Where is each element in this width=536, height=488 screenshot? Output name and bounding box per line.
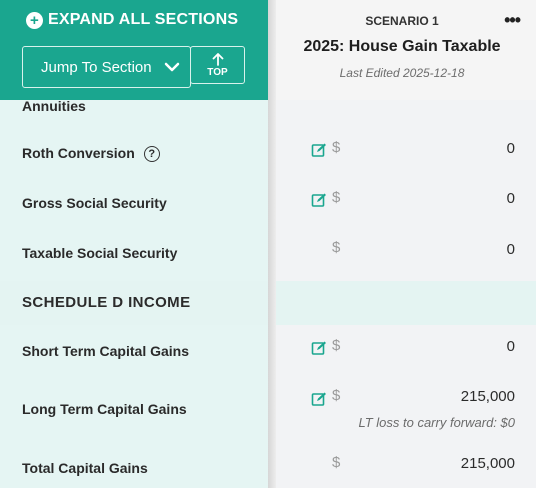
gross-social-security-value: 0 (506, 190, 515, 207)
edit-icon[interactable] (311, 192, 327, 208)
currency-symbol: $ (332, 337, 341, 354)
expand-all-sections-button[interactable]: + EXPAND ALL SECTIONS (26, 11, 238, 29)
currency-symbol: $ (332, 239, 341, 256)
currency-symbol: $ (332, 387, 341, 404)
currency-symbol: $ (332, 189, 341, 206)
row-label-total-capital-gains: Total Capital Gains (22, 460, 148, 476)
more-horizontal-icon[interactable]: ••• (504, 10, 521, 31)
last-edited: Last Edited 2025-12-18 (339, 66, 465, 80)
currency-symbol: $ (332, 139, 341, 156)
scenario-title: 2025: House Gain Taxable (303, 38, 501, 55)
plus-circle-icon: + (26, 11, 43, 29)
short-term-capital-gains-value: 0 (506, 338, 515, 355)
row-label-roth-conversion: Roth Conversion? (22, 145, 160, 162)
row-label-long-term-capital-gains: Long Term Capital Gains (22, 401, 187, 417)
column-divider (268, 0, 276, 488)
jump-to-section-value: Jump To Section (41, 58, 152, 76)
scenario-label: SCENARIO 1 (365, 14, 439, 28)
row-label-gross-social-security: Gross Social Security (22, 195, 167, 211)
edit-icon[interactable] (311, 391, 327, 407)
row-label-taxable-social-security: Taxable Social Security (22, 245, 178, 261)
arrow-up-icon (212, 52, 223, 66)
taxable-social-security-value: 0 (506, 241, 515, 258)
top-button[interactable]: TOP (190, 46, 245, 84)
lt-loss-carry-forward-note: LT loss to carry forward: $0 (358, 415, 515, 430)
left-header: + EXPAND ALL SECTIONS Jump To Section TO… (0, 0, 268, 100)
section-title-schedule-d: SCHEDULE D INCOME (22, 294, 191, 311)
scenario-header: SCENARIO 1 ••• 2025: House Gain Taxable … (276, 0, 536, 100)
help-circle-icon[interactable]: ? (143, 146, 160, 162)
edit-icon[interactable] (311, 340, 327, 356)
currency-symbol: $ (332, 454, 341, 471)
chevron-down-icon (164, 59, 180, 79)
total-capital-gains-value: 215,000 (460, 455, 515, 472)
roth-conversion-label: Roth Conversion (22, 145, 135, 161)
jump-to-section-select[interactable]: Jump To Section (22, 46, 191, 88)
roth-conversion-value: 0 (506, 140, 515, 157)
expand-all-label: EXPAND ALL SECTIONS (48, 11, 239, 28)
row-label-annuities: Annuities (22, 98, 86, 114)
row-label-short-term-capital-gains: Short Term Capital Gains (22, 343, 189, 359)
long-term-capital-gains-value: 215,000 (460, 388, 515, 405)
top-button-label: TOP (207, 66, 228, 78)
edit-icon[interactable] (311, 142, 327, 158)
